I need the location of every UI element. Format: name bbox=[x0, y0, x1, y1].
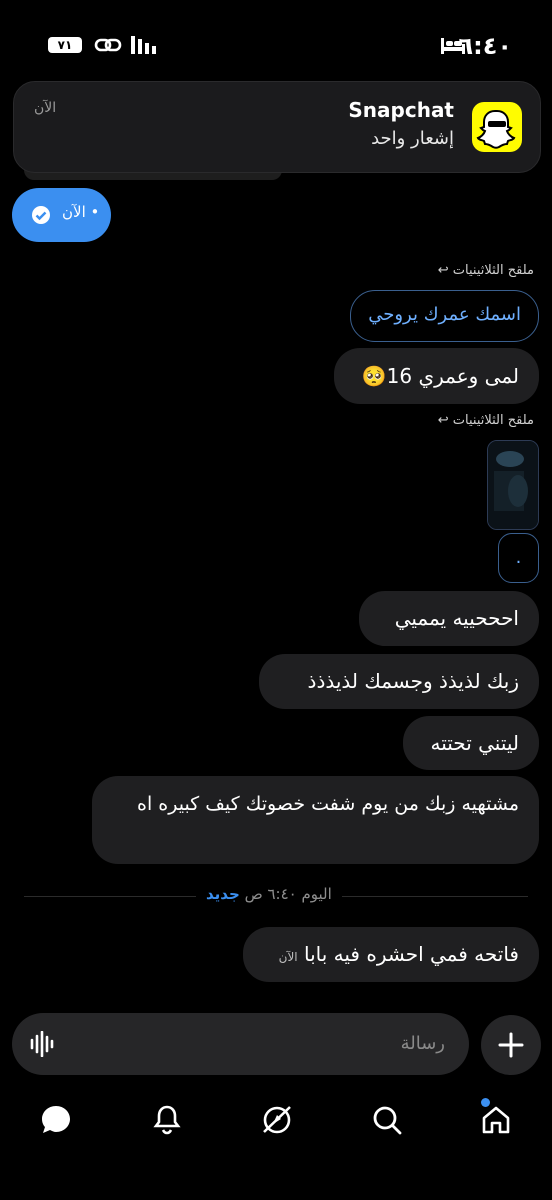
signal-icon bbox=[131, 36, 156, 54]
clock: ٦:٤٠ bbox=[458, 32, 512, 60]
nav-notifications[interactable] bbox=[145, 1098, 189, 1142]
reply-arrow-icon: ↩ bbox=[437, 413, 449, 428]
voice-message-icon[interactable] bbox=[30, 1031, 56, 1057]
plus-icon bbox=[498, 1032, 524, 1058]
sent-status-label: • الآن bbox=[62, 203, 100, 221]
message-bubble[interactable]: ليتني تحتته bbox=[403, 716, 539, 770]
search-icon bbox=[373, 1106, 402, 1135]
message-bubble[interactable]: احححييه يمميي bbox=[359, 591, 539, 646]
notification-banner[interactable]: Snapchat إشعار واحد الآن bbox=[13, 81, 541, 173]
messages-icon bbox=[42, 1106, 70, 1133]
status-bar: ٧١ ٦:٤٠ bbox=[0, 0, 552, 80]
date-divider-label: اليوم ٦:٤٠ ص جديد bbox=[196, 885, 342, 903]
divider-time: اليوم ٦:٤٠ ص bbox=[244, 885, 332, 903]
home-badge bbox=[481, 1098, 490, 1107]
link-icon bbox=[94, 38, 122, 52]
snapchat-app-icon bbox=[472, 102, 522, 152]
message-input[interactable]: رسالة bbox=[12, 1013, 469, 1075]
quoted-message[interactable]: . bbox=[498, 533, 539, 583]
notification-body: إشعار واحد bbox=[371, 128, 454, 149]
notifications-icon bbox=[153, 1105, 181, 1135]
reply-header: ملقح الثلاثينيات ↩ bbox=[438, 263, 534, 278]
message-bubble[interactable]: زبك لذيذذ وجسمك لذيذذذ bbox=[259, 654, 539, 709]
nav-search[interactable] bbox=[365, 1098, 409, 1142]
check-icon bbox=[32, 206, 50, 224]
message-bubble[interactable]: مشتهيه زبك من يوم شفت خصوتك كيف كبيره اه bbox=[92, 776, 539, 864]
explore-icon bbox=[263, 1106, 291, 1134]
sent-status-pill: • الآن bbox=[12, 188, 111, 242]
message-placeholder: رسالة bbox=[400, 1033, 445, 1054]
message-text: فاتحه فمي احشره فيه بابا bbox=[304, 942, 519, 966]
message-bubble[interactable]: فاتحه فمي احشره فيه بابا الآن bbox=[243, 927, 539, 982]
nav-messages[interactable] bbox=[34, 1098, 78, 1142]
nav-explore[interactable] bbox=[255, 1098, 299, 1142]
reply-header-label: ملقح الثلاثينيات bbox=[452, 413, 534, 428]
new-badge: جديد bbox=[206, 885, 240, 903]
message-bubble[interactable]: لمى وعمري 16🥺 bbox=[334, 348, 539, 404]
message-time: الآن bbox=[278, 950, 298, 964]
reply-arrow-icon: ↩ bbox=[437, 263, 449, 278]
reply-header: ملقح الثلاثينيات ↩ bbox=[438, 413, 534, 428]
image-thumbnail[interactable] bbox=[487, 440, 539, 530]
battery-indicator: ٧١ bbox=[48, 37, 82, 53]
notification-app-name: Snapchat bbox=[348, 98, 454, 122]
notification-time: الآن bbox=[34, 100, 57, 116]
add-attachment-button[interactable] bbox=[481, 1015, 541, 1075]
quoted-message[interactable]: اسمك عمرك يروحي bbox=[350, 290, 539, 342]
reply-header-label: ملقح الثلاثينيات bbox=[452, 263, 534, 278]
